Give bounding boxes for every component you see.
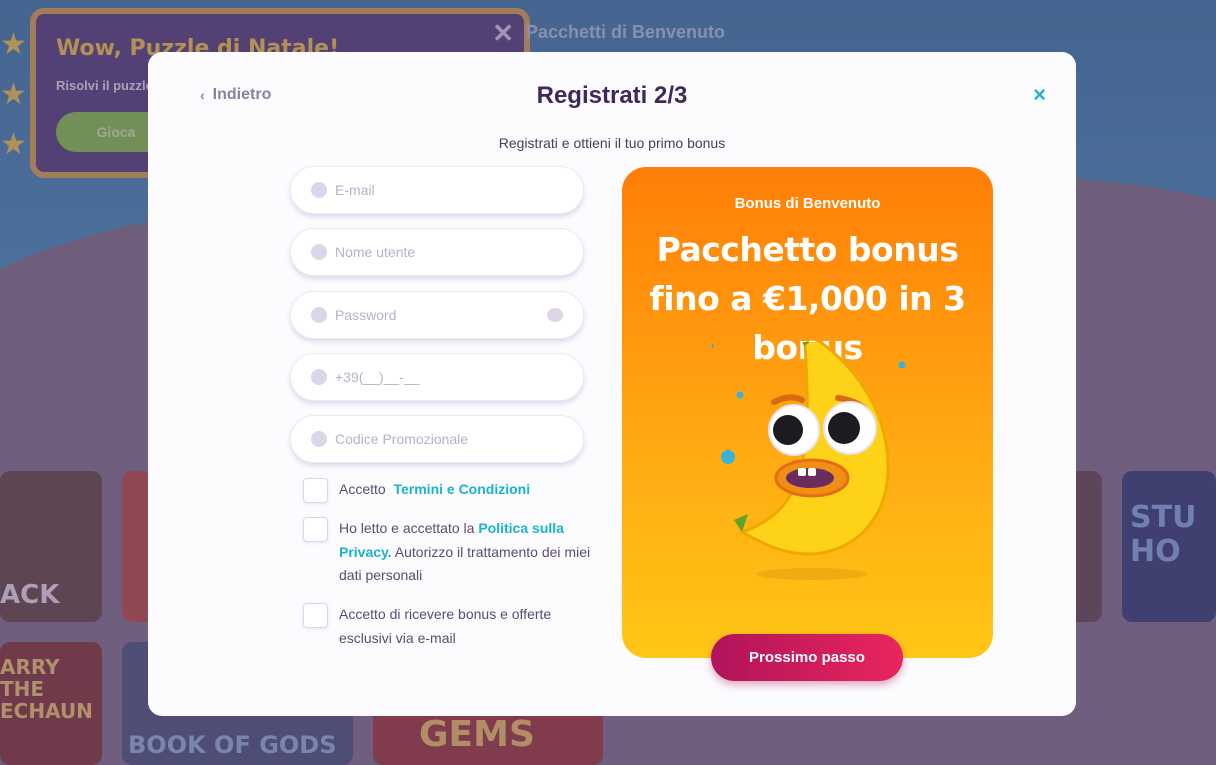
password-input[interactable] [335,307,555,323]
username-input[interactable] [335,244,555,260]
sparkle-dot [721,450,735,464]
tooth [798,468,806,476]
marketing-text: Accetto di ricevere bonus e offerte escl… [339,606,552,646]
phone-icon [311,369,327,385]
pupil-left [773,415,803,445]
promo-code-field[interactable] [290,415,584,463]
terms-prefix: Accetto [339,481,386,497]
marketing-check-row: Accetto di ricevere bonus e offerte escl… [303,603,593,650]
password-field[interactable] [290,291,584,339]
eye-icon[interactable] [547,308,563,322]
next-step-button[interactable]: Prossimo passo [711,634,903,681]
tooth [808,468,816,476]
privacy-text: Ho letto e accettato la Politica sulla P… [339,517,593,588]
pupil-right [828,412,860,444]
terms-link[interactable]: Termini e Condizioni [393,481,530,497]
modal-title: Registrati 2/3 [536,82,688,109]
email-field[interactable] [290,166,584,214]
promo-label: Bonus di Benvenuto [734,195,881,212]
terms-checkbox[interactable] [303,478,328,503]
shadow [756,568,868,580]
email-input[interactable] [335,182,555,198]
modal-subtitle: Registrati e ottieni il tuo primo bonus [498,135,726,151]
promo-code-input[interactable] [335,431,555,447]
user-icon [311,244,327,260]
email-icon [311,182,327,198]
phone-field[interactable] [290,353,584,401]
privacy-checkbox[interactable] [303,517,328,542]
brow-left [771,394,805,405]
info-icon [311,431,327,447]
privacy-prefix: Ho letto e accettato la [339,520,475,536]
sparkle-dot [898,361,906,369]
terms-check-row: Accetto Termini e Condizioni [303,478,593,503]
phone-input[interactable] [335,369,555,385]
sparkle-dot [712,344,714,348]
promo-card: Bonus di Benvenuto Pacchetto bonus fino … [622,167,993,658]
terms-text: Accetto Termini e Condizioni [339,478,593,502]
lock-icon [311,307,327,323]
banana-mascot-icon [712,342,906,580]
marketing-checkbox[interactable] [303,603,328,628]
username-field[interactable] [290,228,584,276]
close-icon[interactable]: × [1033,82,1046,108]
privacy-check-row: Ho letto e accettato la Politica sulla P… [303,517,593,588]
registration-modal: ‹ Indietro Registrati 2/3 × Registrati e… [148,52,1076,716]
sparkle-dot [736,391,744,399]
